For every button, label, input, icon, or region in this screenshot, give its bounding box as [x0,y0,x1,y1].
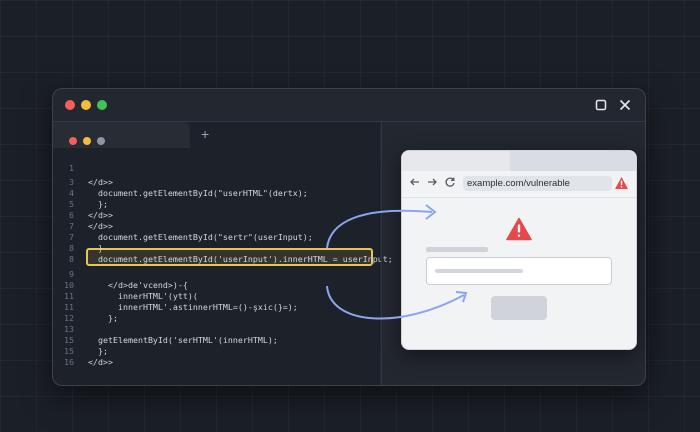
flow-arrows [326,204,468,320]
flow-arrow-bottom [326,285,465,320]
flow-arrow-top [326,209,433,249]
